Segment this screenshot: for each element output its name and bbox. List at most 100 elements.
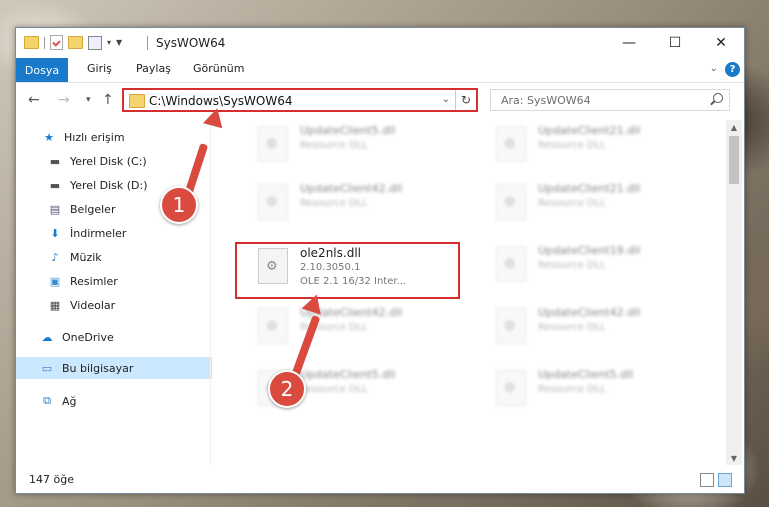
- sidebar-item-label: Yerel Disk (C:): [70, 154, 147, 168]
- new-folder-icon[interactable]: [68, 36, 83, 49]
- close-button[interactable]: ✕: [698, 28, 744, 58]
- sidebar-item-label: Hızlı erişim: [64, 130, 125, 144]
- file-name: UpdateClient19.dll: [538, 244, 641, 257]
- file-item[interactable]: UpdateClient21.dll Resource DLL: [490, 120, 690, 166]
- file-description: Resource DLL: [538, 260, 606, 271]
- scrollbar-thumb[interactable]: [729, 136, 739, 184]
- file-description: Resource DLL: [300, 384, 368, 395]
- sidebar-item-local-disk-d[interactable]: ▬ Yerel Disk (D:) 📌: [16, 174, 242, 196]
- refresh-icon[interactable]: ↻: [455, 90, 476, 110]
- expand-ribbon-icon[interactable]: ⌄: [710, 63, 718, 74]
- forward-arrow-icon[interactable]: →: [58, 92, 70, 108]
- file-item[interactable]: UpdateClient5.dll Resource DLL: [252, 120, 452, 166]
- status-bar: 147 öğe: [16, 468, 744, 492]
- address-path[interactable]: C:\Windows\SysWOW64: [149, 94, 293, 108]
- back-arrow-icon[interactable]: ←: [28, 92, 40, 108]
- sidebar-item-this-pc[interactable]: ▭ Bu bilgisayar: [16, 357, 234, 379]
- vertical-scrollbar[interactable]: ▲ ▼: [726, 120, 742, 465]
- sidebar-item-onedrive[interactable]: ☁ OneDrive: [16, 326, 234, 348]
- scroll-up-icon[interactable]: ▲: [726, 120, 742, 134]
- sidebar-item-label: Yerel Disk (D:): [70, 178, 148, 192]
- quick-access-toolbar: ▾ ▼: [24, 35, 122, 50]
- tab-file[interactable]: Dosya: [16, 58, 68, 82]
- pictures-icon: ▣: [49, 274, 61, 288]
- sidebar-item-label: Videolar: [70, 298, 116, 312]
- pane-divider[interactable]: [210, 120, 211, 465]
- title-separator: [147, 36, 148, 50]
- minimize-button[interactable]: —: [606, 28, 652, 58]
- file-description: Resource DLL: [538, 140, 606, 151]
- sidebar-item-videos[interactable]: ▦ Videolar 📌: [16, 294, 242, 316]
- ribbon: Dosya Giriş Paylaş Görünüm ⌄ ?: [16, 58, 744, 83]
- file-item[interactable]: UpdateClient42.dll Resource DLL: [490, 302, 690, 348]
- tab-home[interactable]: Giriş: [87, 62, 112, 75]
- drive-icon: ▬: [49, 154, 61, 168]
- file-name: UpdateClient5.dll: [300, 368, 396, 381]
- file-name: UpdateClient5.dll: [300, 124, 396, 137]
- properties-check-icon[interactable]: [50, 35, 63, 50]
- window-title: SysWOW64: [156, 36, 226, 50]
- tab-view[interactable]: Görünüm: [193, 62, 244, 75]
- selected-file-highlight: [235, 242, 460, 299]
- file-name: UpdateClient21.dll: [538, 124, 641, 137]
- title-bar: ▾ ▼ SysWOW64 — ☐ ✕: [16, 28, 744, 58]
- item-count: 147 öğe: [29, 473, 74, 486]
- sidebar-item-pictures[interactable]: ▣ Resimler 📌: [16, 270, 242, 292]
- file-name: UpdateClient42.dll: [300, 182, 403, 195]
- chevron-down-icon[interactable]: ▾: [107, 38, 111, 47]
- sidebar-item-label: Resimler: [70, 274, 118, 288]
- recent-locations-icon[interactable]: ▾: [86, 95, 91, 105]
- file-item[interactable]: UpdateClient5.dll Resource DLL: [490, 364, 690, 410]
- search-input[interactable]: Ara: SysWOW64: [490, 89, 730, 111]
- computer-icon: ▭: [41, 361, 53, 375]
- file-name: UpdateClient5.dll: [538, 368, 634, 381]
- file-description: Resource DLL: [300, 198, 368, 209]
- dll-file-icon: [258, 308, 288, 344]
- maximize-button[interactable]: ☐: [652, 28, 698, 58]
- details-view-icon[interactable]: [700, 473, 714, 487]
- documents-icon: ▤: [49, 202, 61, 216]
- file-item[interactable]: UpdateClient21.dll Resource DLL: [490, 178, 690, 224]
- address-bar[interactable]: C:\Windows\SysWOW64 ⌄ ↻: [122, 88, 478, 112]
- sidebar-item-documents[interactable]: ▤ Belgeler 📌: [16, 198, 242, 220]
- dll-file-icon: [496, 184, 526, 220]
- properties-icon[interactable]: [88, 35, 102, 50]
- dll-file-icon: [258, 126, 288, 162]
- search-icon[interactable]: [713, 93, 723, 103]
- file-description: Resource DLL: [538, 384, 606, 395]
- download-icon: ⬇: [50, 226, 60, 240]
- cloud-icon: ☁: [41, 330, 53, 344]
- large-icons-view-icon[interactable]: [718, 473, 732, 487]
- tab-share[interactable]: Paylaş: [136, 62, 171, 75]
- sidebar-item-network[interactable]: ⧉ Ağ: [16, 390, 234, 412]
- customize-toolbar-icon[interactable]: ▼: [116, 38, 122, 47]
- folder-icon: [24, 36, 39, 49]
- chevron-down-icon[interactable]: ⌄: [442, 94, 450, 105]
- dll-file-icon: [496, 126, 526, 162]
- star-icon: ★: [44, 130, 54, 144]
- sidebar-item-label: Bu bilgisayar: [62, 361, 134, 375]
- music-icon: ♪: [51, 250, 59, 264]
- videos-icon: ▦: [49, 298, 61, 312]
- help-icon[interactable]: ?: [725, 62, 740, 77]
- up-arrow-icon[interactable]: ↑: [102, 92, 114, 108]
- scroll-down-icon[interactable]: ▼: [726, 451, 742, 465]
- file-item[interactable]: UpdateClient42.dll Resource DLL: [252, 178, 452, 224]
- sidebar-item-local-disk-c[interactable]: ▬ Yerel Disk (C:): [16, 150, 242, 172]
- sidebar-item-music[interactable]: ♪ Müzik 📌: [16, 246, 242, 268]
- file-item[interactable]: UpdateClient42.dll Resource DLL: [252, 302, 452, 348]
- search-placeholder: Ara: SysWOW64: [501, 94, 591, 107]
- step1-badge: 1: [160, 186, 198, 224]
- file-description: Resource DLL: [538, 322, 606, 333]
- file-name: UpdateClient21.dll: [538, 182, 641, 195]
- sidebar-item-label: Müzik: [70, 250, 102, 264]
- file-item[interactable]: UpdateClient19.dll Resource DLL: [490, 240, 690, 286]
- step2-badge: 2: [268, 370, 306, 408]
- file-description: Resource DLL: [300, 140, 368, 151]
- sidebar-item-downloads[interactable]: ⬇ İndirmeler 📌: [16, 222, 242, 244]
- file-name: UpdateClient42.dll: [538, 306, 641, 319]
- folder-icon: [129, 94, 145, 108]
- navigation-bar: ← → ▾ ↑ C:\Windows\SysWOW64 ⌄ ↻ Ara: Sys…: [16, 83, 744, 117]
- navigation-pane: ★ Hızlı erişim ▬ Yerel Disk (C:) ▬ Yerel…: [16, 120, 238, 465]
- dll-file-icon: [496, 370, 526, 406]
